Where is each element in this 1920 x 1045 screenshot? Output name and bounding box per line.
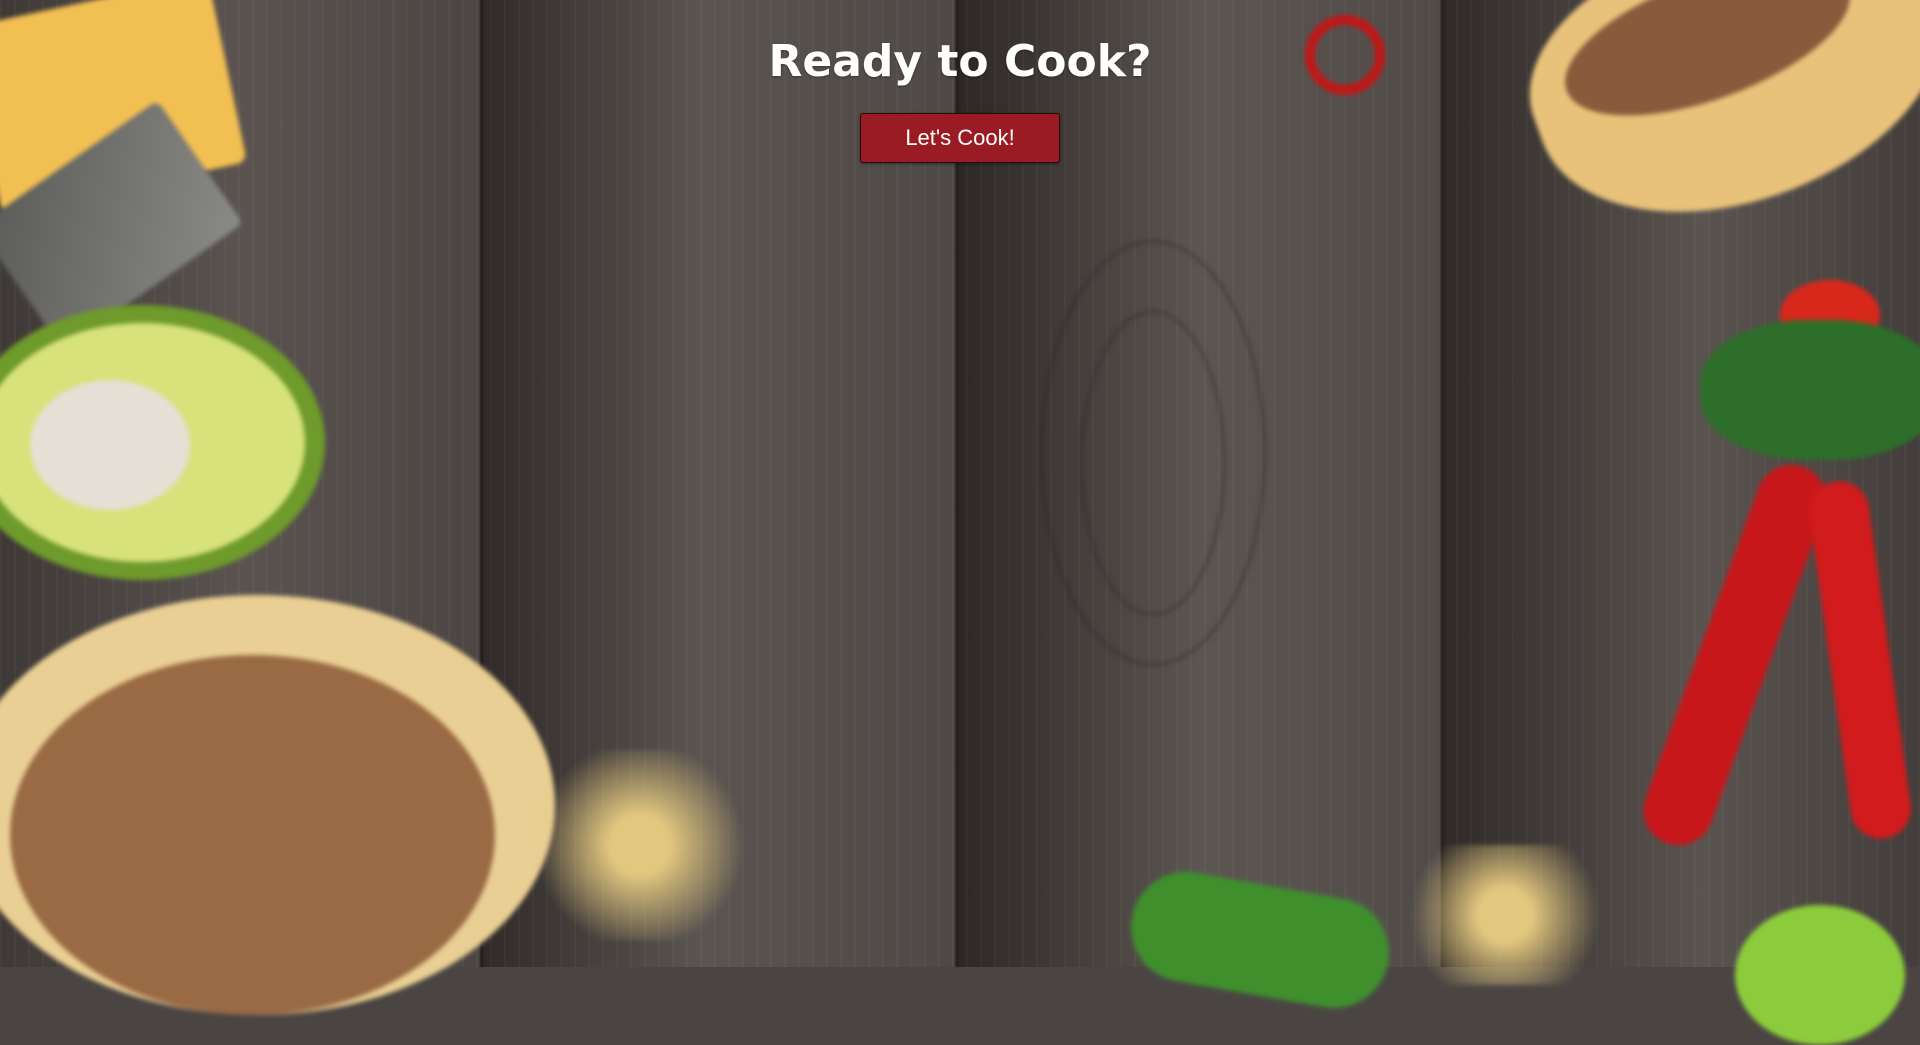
- lets-cook-button[interactable]: Let's Cook!: [860, 113, 1060, 163]
- shredded-cheese: [525, 750, 755, 940]
- lime: [1735, 905, 1905, 1045]
- hero-section: Ready to Cook? Let's Cook!: [0, 36, 1920, 163]
- parsley: [1700, 320, 1920, 460]
- page-title: Ready to Cook?: [768, 36, 1152, 87]
- wood-knot: [1080, 310, 1226, 616]
- shredded-cheese: [1390, 845, 1620, 985]
